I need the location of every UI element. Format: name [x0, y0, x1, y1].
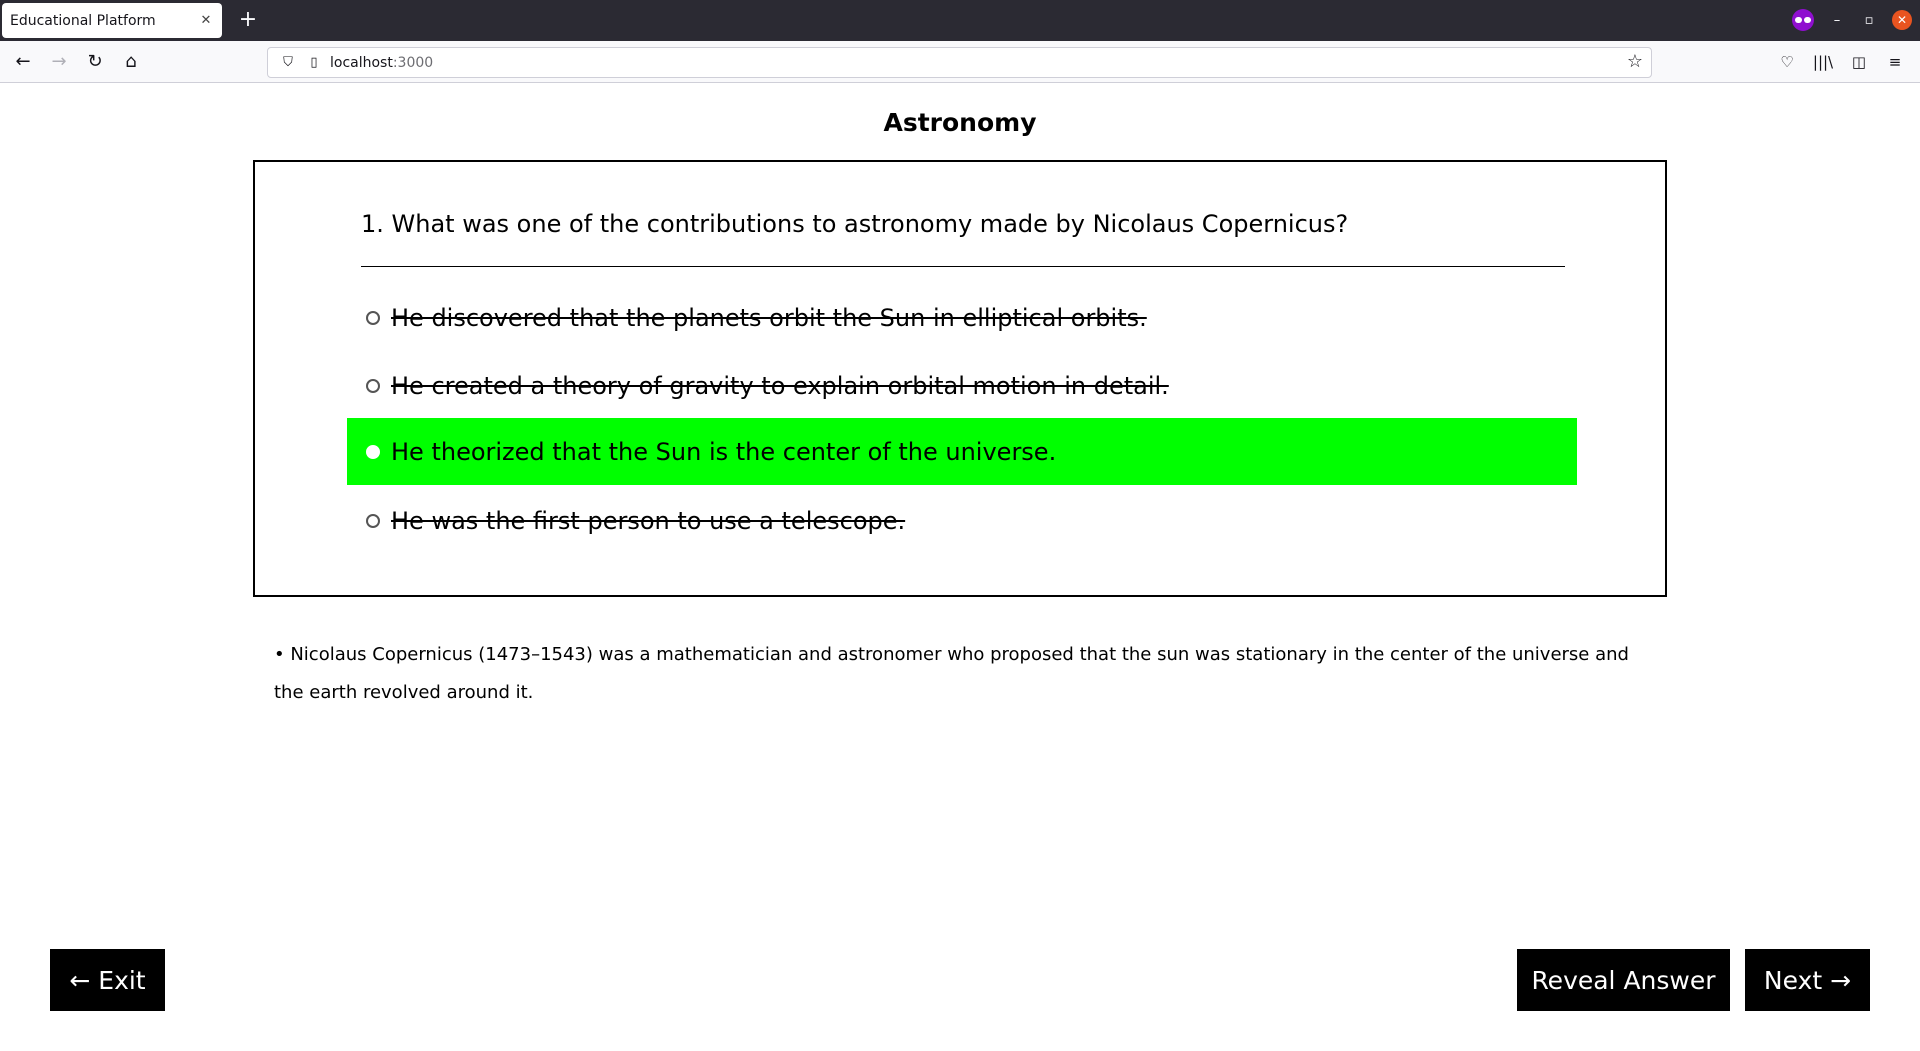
reload-icon[interactable]: ↻: [81, 48, 109, 76]
pocket-icon[interactable]: ♡: [1773, 48, 1801, 76]
page-title: Astronomy: [883, 108, 1037, 137]
library-icon[interactable]: |||\: [1809, 48, 1837, 76]
browser-nav-bar: ← → ↻ ⌂ ⛉ ▯ localhost:3000 ☆ ♡ |||\ ◫ ≡: [0, 41, 1920, 83]
answer-option-correct[interactable]: He theorized that the Sun is the center …: [347, 418, 1577, 485]
browser-tab[interactable]: Educational Platform ✕: [2, 3, 222, 38]
private-mask-icon[interactable]: [1792, 9, 1814, 31]
radio-icon[interactable]: [366, 310, 380, 325]
tab-title: Educational Platform: [10, 12, 156, 29]
option-label: He theorized that the Sun is the center …: [391, 437, 1057, 466]
url-host: localhost: [330, 54, 393, 71]
window-controls: – ▫ ✕: [1792, 8, 1912, 32]
radio-icon[interactable]: [366, 378, 380, 393]
menu-icon[interactable]: ≡: [1881, 48, 1909, 76]
option-label: He created a theory of gravity to explai…: [391, 371, 1169, 400]
restore-icon[interactable]: ▫: [1860, 13, 1878, 28]
option-label: He was the first person to use a telesco…: [391, 506, 906, 535]
answer-option[interactable]: He was the first person to use a telesco…: [347, 487, 1577, 554]
forward-icon[interactable]: →: [45, 48, 73, 76]
answer-option[interactable]: He discovered that the planets orbit the…: [347, 284, 1577, 351]
new-tab-button[interactable]: +: [234, 6, 262, 34]
reveal-answer-button[interactable]: Reveal Answer: [1517, 949, 1730, 1011]
radio-icon[interactable]: [366, 513, 380, 528]
tab-close-icon[interactable]: ✕: [198, 13, 214, 28]
page-info-icon[interactable]: ▯: [304, 55, 324, 70]
answer-explanation: • Nicolaus Copernicus (1473–1543) was a …: [274, 644, 1629, 703]
question-text: 1. What was one of the contributions to …: [361, 210, 1349, 238]
exit-button[interactable]: ← Exit: [50, 949, 165, 1011]
home-icon[interactable]: ⌂: [117, 48, 145, 76]
back-icon[interactable]: ←: [9, 48, 37, 76]
browser-tab-bar: Educational Platform ✕ + – ▫ ✕: [0, 0, 1920, 41]
minimize-icon[interactable]: –: [1828, 13, 1846, 28]
bookmark-star-icon[interactable]: ☆: [1627, 51, 1643, 72]
answer-option[interactable]: He created a theory of gravity to explai…: [347, 352, 1577, 419]
question-card: 1. What was one of the contributions to …: [253, 160, 1667, 597]
radio-icon[interactable]: [366, 444, 380, 459]
url-bar[interactable]: ⛉ ▯ localhost:3000 ☆: [267, 47, 1652, 78]
question-divider: [361, 266, 1565, 267]
url-port: :3000: [392, 54, 434, 71]
shield-icon[interactable]: ⛉: [278, 55, 298, 70]
sidebar-icon[interactable]: ◫: [1845, 48, 1873, 76]
close-window-icon[interactable]: ✕: [1892, 10, 1912, 30]
option-label: He discovered that the planets orbit the…: [391, 303, 1147, 332]
next-button[interactable]: Next →: [1745, 949, 1870, 1011]
